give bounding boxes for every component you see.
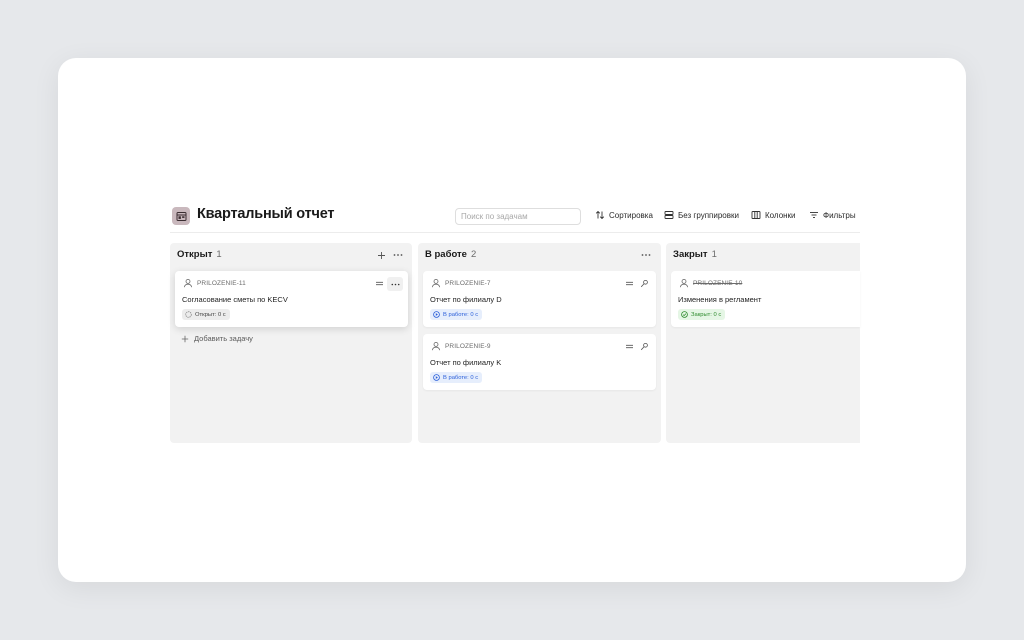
- page-title: Квартальный отчет: [197, 206, 335, 222]
- pin-icon[interactable]: [640, 279, 649, 288]
- priority-equal-icon: [376, 281, 383, 286]
- priority-equal-icon: [626, 281, 633, 286]
- columns-button[interactable]: Колонки: [751, 210, 796, 220]
- pin-icon[interactable]: [640, 342, 649, 351]
- status-open-icon: [185, 311, 192, 318]
- status-label: Закрыт: 0 с: [691, 311, 722, 318]
- plus-icon: [377, 251, 385, 259]
- task-title: Отчет по филиалу K: [430, 358, 502, 367]
- task-title: Изменения в регламент: [678, 295, 762, 304]
- task-title: Согласование сметы по KECV: [182, 295, 288, 304]
- sort-label: Сортировка: [609, 210, 653, 220]
- status-in-progress-icon: [433, 311, 440, 318]
- task-card[interactable]: PRILOZENIE-7 Отчет по филиалу D В работе…: [423, 271, 656, 327]
- more-dots-icon: [393, 254, 403, 256]
- task-card[interactable]: PRILOZENIE-10 Изменения в регламент Закр…: [671, 271, 860, 327]
- priority-equal-icon: [626, 344, 633, 349]
- sort-button[interactable]: Сортировка: [595, 210, 653, 220]
- task-card[interactable]: PRILOZENIE-9 Отчет по филиалу K В работе…: [423, 334, 656, 390]
- column-count: 1: [216, 249, 222, 260]
- more-dots-icon: [641, 254, 651, 256]
- status-label: В работе: 0 с: [443, 311, 479, 318]
- column-title: Открыт: [177, 249, 213, 260]
- column-in-progress: В работе 2 PRILOZENIE-7 Отчет по филиалу…: [418, 243, 661, 443]
- columns-icon: [751, 211, 761, 219]
- plus-icon: [181, 335, 189, 342]
- column-header: В работе 2: [425, 249, 476, 260]
- add-card-button[interactable]: [375, 249, 387, 261]
- card-menu-button[interactable]: [387, 277, 403, 291]
- grouping-label: Без группировки: [678, 210, 739, 220]
- grouping-icon: [664, 211, 674, 219]
- add-task-label: Добавить задачу: [194, 334, 253, 343]
- column-header: Открыт 1: [177, 249, 222, 260]
- filters-label: Фильтры: [823, 210, 856, 220]
- filters-button[interactable]: Фильтры: [809, 210, 856, 220]
- status-badge: Закрыт: 0 с: [678, 309, 726, 320]
- status-closed-icon: [681, 311, 688, 318]
- search-input[interactable]: [455, 208, 581, 225]
- filter-icon: [810, 212, 818, 218]
- user-icon: [431, 342, 441, 351]
- user-icon: [679, 279, 689, 288]
- status-label: В работе: 0 с: [443, 374, 479, 381]
- column-closed: Закрыт 1 PRILOZENIE-10 Изменения в реглам…: [666, 243, 860, 443]
- grouping-button[interactable]: Без группировки: [664, 210, 739, 220]
- column-menu-button[interactable]: [640, 249, 652, 261]
- kanban-board: Квартальный отчет Сортировка Без группир…: [170, 203, 860, 443]
- task-card[interactable]: PRILOZENIE-11 Согласование сметы по KECV…: [175, 271, 408, 327]
- status-badge: Открыт: 0 с: [182, 309, 230, 320]
- app-window: Квартальный отчет Сортировка Без группир…: [58, 58, 966, 582]
- add-task-button[interactable]: Добавить задачу: [181, 334, 253, 343]
- status-badge: В работе: 0 с: [430, 372, 483, 383]
- columns-label: Колонки: [765, 210, 796, 220]
- task-key[interactable]: PRILOZENIE-11: [197, 280, 246, 287]
- status-label: Открыт: 0 с: [195, 311, 226, 318]
- task-key[interactable]: PRILOZENIE-9: [445, 343, 491, 350]
- column-menu-button[interactable]: [392, 249, 404, 261]
- user-icon: [431, 279, 441, 288]
- column-title: В работе: [425, 249, 467, 260]
- task-key[interactable]: PRILOZENIE-7: [445, 280, 491, 287]
- sort-arrows-icon: [595, 210, 605, 220]
- column-count: 2: [470, 249, 477, 260]
- status-badge: В работе: 0 с: [430, 309, 483, 320]
- column-open: Открыт 1 PRILOZENIE-11 Согласование смет…: [170, 243, 412, 443]
- status-in-progress-icon: [433, 374, 440, 381]
- more-dots-icon: [391, 283, 399, 285]
- board-header: Квартальный отчет Сортировка Без группир…: [170, 203, 860, 233]
- board-icon: [172, 207, 190, 225]
- task-key[interactable]: PRILOZENIE-10: [693, 280, 742, 287]
- column-title: Закрыт: [673, 249, 708, 260]
- user-icon: [183, 279, 193, 288]
- column-header: Закрыт 1: [673, 249, 717, 260]
- column-count: 1: [711, 249, 717, 260]
- task-title: Отчет по филиалу D: [430, 295, 502, 304]
